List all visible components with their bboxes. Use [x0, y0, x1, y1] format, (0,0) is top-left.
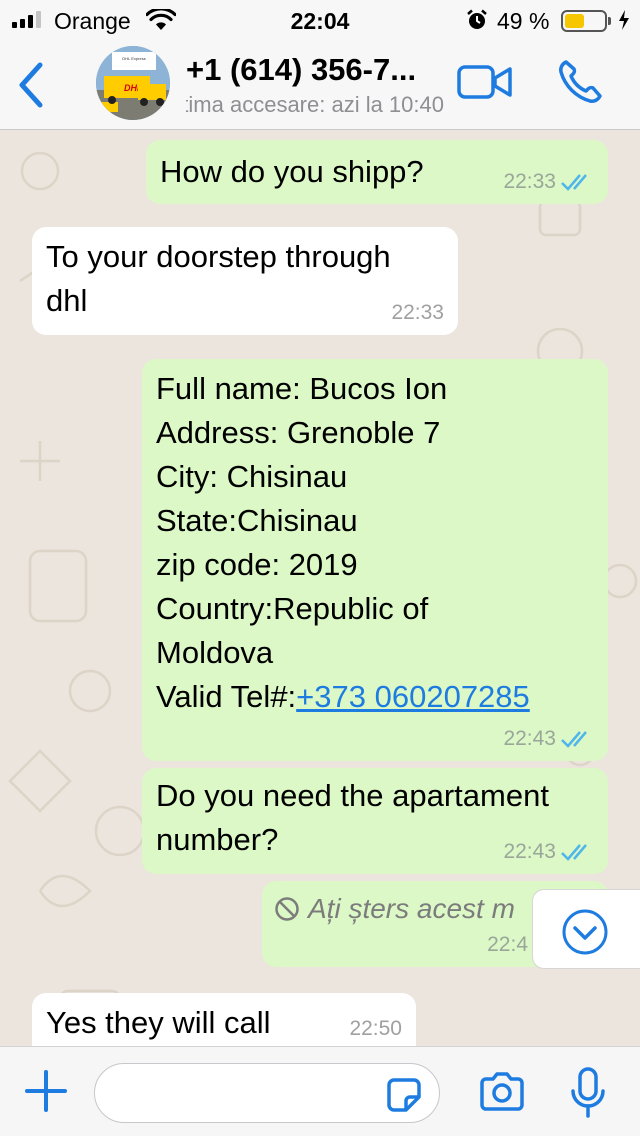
message-line: Full name: Bucos Ion: [156, 371, 448, 406]
scroll-to-bottom-button[interactable]: [532, 889, 640, 969]
block-icon: [275, 897, 299, 921]
message-line: number?: [156, 822, 279, 857]
battery-level-fill: [565, 14, 584, 28]
plus-icon: [25, 1070, 67, 1112]
message-bubble-outgoing[interactable]: Full name: Bucos Ion Address: Grenoble 7…: [142, 359, 608, 761]
microphone-icon: [571, 1067, 605, 1118]
sticker-button[interactable]: [386, 1077, 422, 1113]
message-meta: 22:50: [349, 1017, 402, 1041]
message-time: 22:50: [349, 1017, 402, 1040]
message-time: 22:43: [503, 727, 556, 750]
message-meta: 22:43: [503, 727, 594, 751]
message-text: Yes they will call: [46, 1005, 271, 1040]
charging-bolt-icon: [618, 9, 630, 37]
attach-button[interactable]: [24, 1069, 68, 1113]
message-time: 22:4: [487, 933, 528, 956]
message-time: 22:43: [503, 840, 556, 863]
battery-icon: [561, 10, 607, 32]
phone-number-link[interactable]: +373 060207285: [296, 679, 530, 714]
message-time: 22:33: [391, 301, 444, 324]
double-check-read-icon: [561, 844, 587, 861]
contact-name[interactable]: +1 (614) 356-7...: [186, 52, 444, 88]
camera-button[interactable]: [478, 1071, 526, 1113]
message-meta: 22:4: [487, 933, 528, 957]
deleted-message-notice: Ați șters acest m: [274, 887, 515, 931]
video-call-button[interactable]: [456, 62, 514, 102]
message-line: dhl: [46, 283, 88, 318]
phone-line: Valid Tel#:+373 060207285: [156, 675, 530, 719]
message-meta: 22:43: [503, 840, 594, 864]
message-line: Do you need the apartament: [156, 778, 549, 813]
sticker-icon: [387, 1078, 421, 1112]
battery-percentage: 49 %: [497, 8, 550, 34]
message-bubble-outgoing[interactable]: How do you shipp? 22:33: [146, 140, 608, 204]
message-bubble-outgoing[interactable]: Do you need the apartament number? 22:43: [142, 768, 608, 874]
message-time: 22:33: [503, 170, 556, 193]
message-line: State:Chisinau: [156, 503, 358, 538]
voice-message-button[interactable]: [568, 1067, 608, 1119]
message-meta: 22:33: [391, 301, 444, 325]
dhl-truck-image: DHL Express DHL: [96, 46, 170, 120]
deleted-message-text: Ați șters acest m: [308, 893, 515, 924]
chevron-left-icon: [19, 62, 43, 108]
double-check-read-icon: [561, 731, 587, 748]
last-seen-status: ultima accesare: azi la 10:40: [186, 92, 444, 117]
message-text: How do you shipp?: [160, 154, 424, 189]
chat-header: DHL Express DHL +1 (614) 356-7... ultima…: [0, 40, 640, 130]
message-bubble-incoming[interactable]: To your doorstep through dhl 22:33: [32, 227, 458, 335]
double-check-read-icon: [561, 174, 587, 191]
chevron-down-circle-icon: [562, 909, 608, 955]
back-button[interactable]: [12, 60, 52, 110]
message-line: zip code: 2019: [156, 547, 358, 582]
video-camera-icon: [457, 65, 512, 99]
battery-tip: [608, 17, 611, 25]
message-composer: [0, 1046, 640, 1136]
avatar-banner-text: DHL Express: [122, 56, 145, 61]
phone-icon: [559, 60, 602, 103]
contact-avatar[interactable]: DHL Express DHL: [96, 46, 170, 120]
alarm-icon: [466, 9, 488, 37]
message-line: City: Chisinau: [156, 459, 348, 494]
message-line: Country:Republic of: [156, 591, 429, 626]
status-bar: Orange 22:04 49 %: [0, 0, 640, 40]
message-line: Address: Grenoble 7: [156, 415, 441, 450]
voice-call-button[interactable]: [556, 58, 604, 106]
message-bubble-incoming[interactable]: Yes they will call 22:50: [32, 993, 416, 1046]
message-line: Moldova: [156, 635, 274, 670]
camera-icon: [480, 1072, 524, 1111]
phone-label: Valid Tel#:: [156, 679, 297, 714]
message-meta: 22:33: [503, 170, 594, 194]
message-line: To your doorstep through: [46, 239, 391, 274]
